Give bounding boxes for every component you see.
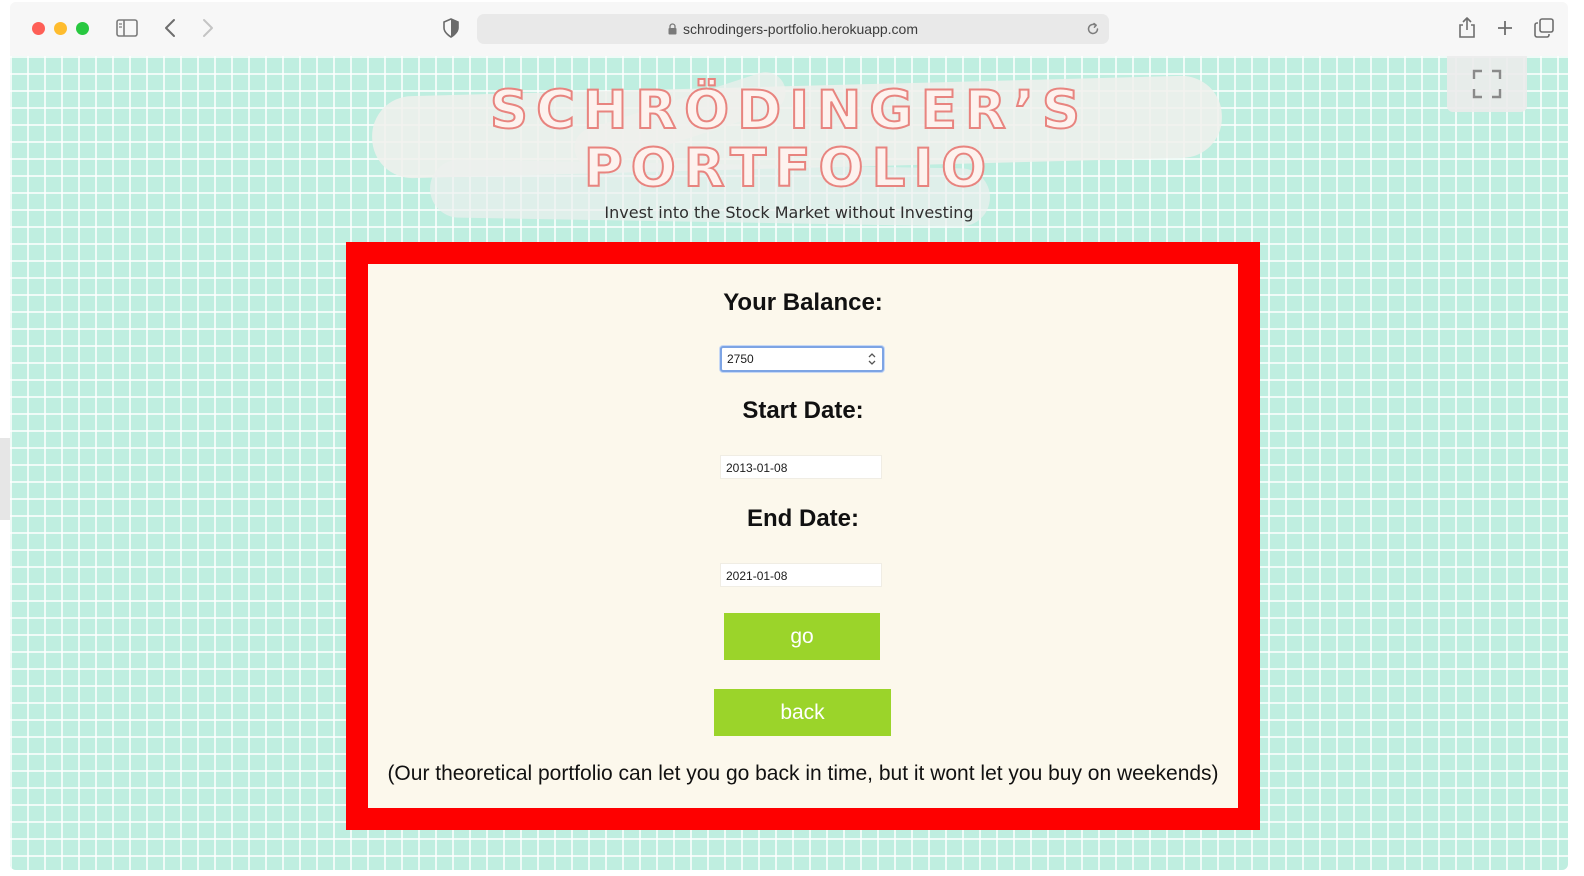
page-title-line-2: PORTFOLIO [583,138,995,199]
simulation-form: Your Balance: 2750 Start Date: 2013-01-0… [346,242,1260,830]
left-edge-tab [0,438,10,520]
page-subtitle: Invest into the Stock Market without Inv… [604,203,974,222]
balance-input[interactable]: 2750 [720,346,884,372]
chevron-right-icon[interactable] [198,16,218,40]
zoom-window-button[interactable] [76,22,89,35]
close-window-button[interactable] [32,22,45,35]
plus-icon[interactable] [1494,16,1516,40]
end-date-input[interactable]: 2021-01-08 [720,563,882,587]
minimize-window-button[interactable] [54,22,67,35]
weekend-note: (Our theoretical portfolio can let you g… [387,762,1219,785]
start-date-value: 2013-01-08 [726,461,788,475]
stepper-icon[interactable] [867,351,877,367]
balance-value: 2750 [727,352,754,366]
go-button[interactable]: go [724,613,880,660]
start-date-input[interactable]: 2013-01-08 [720,455,882,479]
fullscreen-icon[interactable] [1447,56,1527,112]
lock-icon [668,23,677,35]
shield-icon[interactable] [440,16,462,40]
start-date-label: Start Date: [742,397,864,424]
page-content: SCHRÖDINGER’S PORTFOLIO Invest into the … [10,56,1568,870]
address-bar[interactable]: schrodingers-portfolio.herokuapp.com [477,14,1109,44]
page-title-line-1: SCHRÖDINGER’S [489,80,1089,141]
end-date-label: End Date: [746,505,859,532]
end-date-value: 2021-01-08 [726,569,788,583]
browser-window: schrodingers-portfolio.herokuapp.com SCH… [10,2,1568,870]
url-text: schrodingers-portfolio.herokuapp.com [682,21,918,37]
tabs-overview-icon[interactable] [1532,16,1556,40]
chevron-left-icon[interactable] [160,16,180,40]
share-icon[interactable] [1456,16,1478,40]
back-button[interactable]: back [714,689,891,736]
balance-label: Your Balance: [723,289,883,316]
browser-toolbar: schrodingers-portfolio.herokuapp.com [10,2,1568,56]
sidebar-icon[interactable] [114,16,140,40]
reload-icon[interactable] [1083,19,1103,39]
